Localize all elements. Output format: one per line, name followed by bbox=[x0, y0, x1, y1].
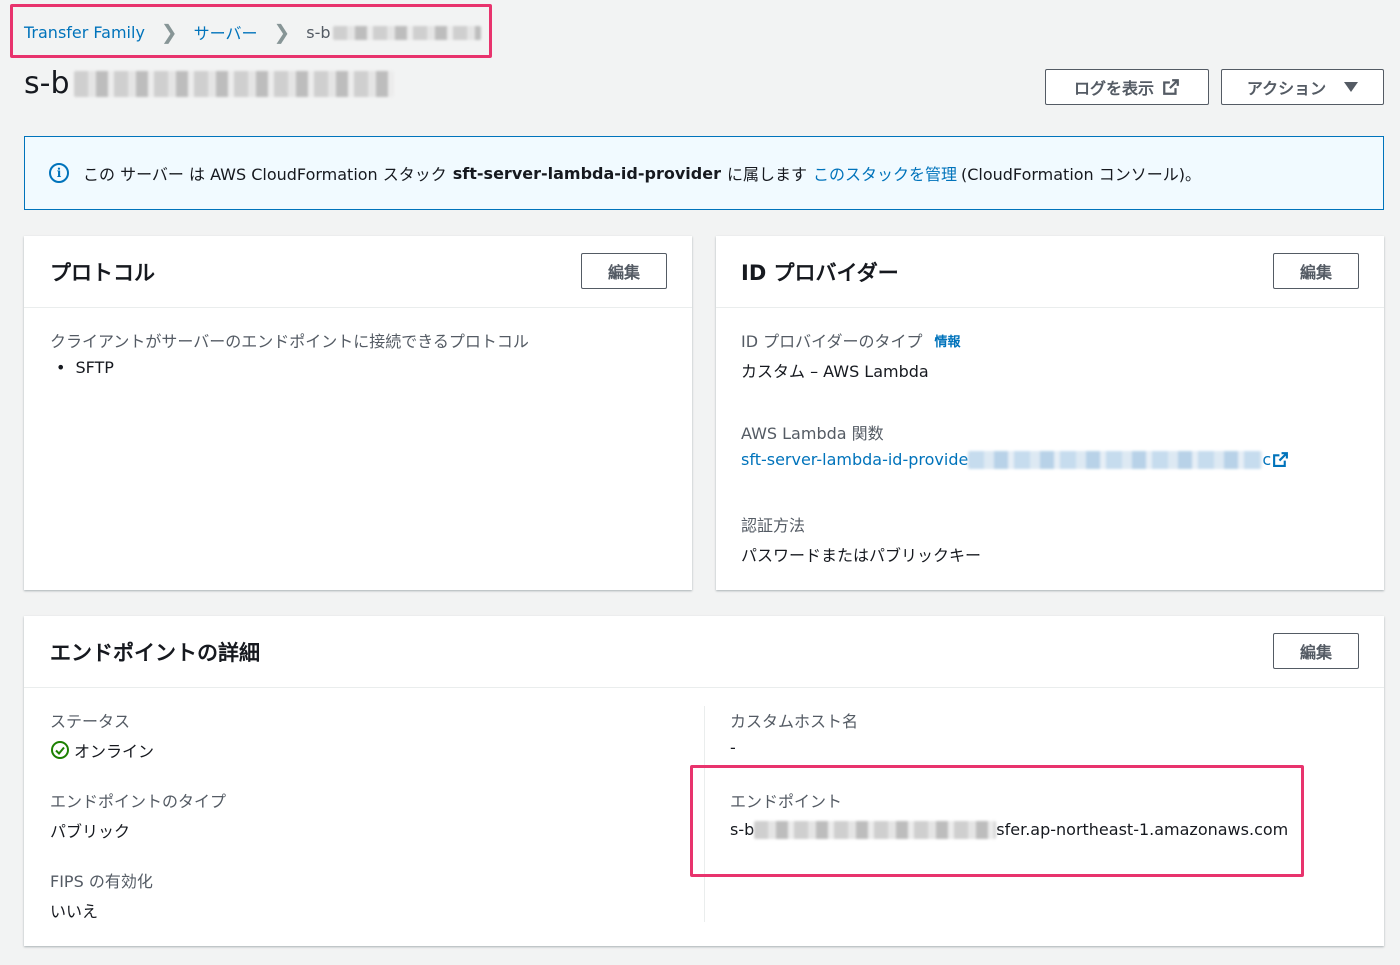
bullet: • bbox=[56, 358, 66, 377]
identity-provider-title: ID プロバイダー bbox=[741, 260, 899, 285]
caret-down-icon bbox=[1344, 82, 1359, 92]
protocols-card: プロトコル 編集 クライアントがサーバーのエンドポイントに接続できるプロトコル … bbox=[24, 236, 692, 590]
chevron-right-icon: ❯ bbox=[273, 20, 291, 44]
chevron-right-icon: ❯ bbox=[160, 20, 178, 44]
edit-label: 編集 bbox=[1299, 263, 1332, 282]
banner-text-1: この サーバー は AWS CloudFormation スタック bbox=[83, 165, 447, 184]
endpoint-details-title: エンドポイントの詳細 bbox=[50, 640, 260, 665]
info-link[interactable]: 情報 bbox=[935, 331, 961, 350]
breadcrumb-current-prefix: s-b bbox=[306, 22, 331, 42]
view-logs-button[interactable]: ログを表示 bbox=[1045, 69, 1209, 105]
endpoint-details-edit-button[interactable]: 編集 bbox=[1273, 633, 1359, 669]
endpoint-highlight bbox=[690, 765, 1304, 877]
protocol-sftp: SFTP bbox=[75, 358, 114, 377]
protocols-description: クライアントがサーバーのエンドポイントに接続できるプロトコル bbox=[50, 332, 529, 351]
status-label: ステータス bbox=[50, 712, 131, 731]
banner-stack-name: sft-server-lambda-id-provider bbox=[452, 163, 721, 183]
breadcrumb: Transfer Family ❯ サーバー ❯ s-b bbox=[24, 20, 481, 44]
edit-label: 編集 bbox=[607, 263, 640, 282]
external-link-icon bbox=[1273, 452, 1289, 467]
lambda-function-name-suffix: c bbox=[1262, 450, 1272, 469]
lambda-function-link[interactable]: sft-server-lambda-id-provide c bbox=[741, 450, 1289, 469]
breadcrumb-transfer-family[interactable]: Transfer Family bbox=[24, 23, 145, 42]
external-link-icon bbox=[1163, 79, 1179, 95]
endpoint-details-header: エンドポイントの詳細 bbox=[24, 616, 1384, 688]
page-title-prefix: s-b bbox=[24, 66, 70, 101]
fips-value: いいえ bbox=[50, 902, 99, 921]
banner-text-3: (CloudFormation コンソール)。 bbox=[960, 165, 1202, 184]
lambda-function-name-prefix: sft-server-lambda-id-provide bbox=[741, 450, 969, 469]
protocols-edit-button[interactable]: 編集 bbox=[581, 253, 667, 289]
page-title: s-b bbox=[24, 66, 394, 101]
redacted-server-id bbox=[332, 26, 481, 40]
manage-stack-link[interactable]: このスタックを管理 bbox=[813, 161, 957, 185]
breadcrumb-servers[interactable]: サーバー bbox=[194, 20, 258, 44]
status-success-icon bbox=[51, 741, 69, 759]
identity-provider-edit-button[interactable]: 編集 bbox=[1273, 253, 1359, 289]
info-banner: i この サーバー は AWS CloudFormation スタック sft-… bbox=[24, 136, 1384, 210]
custom-hostname-label: カスタムホスト名 bbox=[730, 712, 859, 731]
auth-method-label: 認証方法 bbox=[741, 516, 806, 535]
protocols-title: プロトコル bbox=[50, 260, 155, 285]
breadcrumb-current-server: s-b bbox=[306, 22, 481, 42]
edit-label: 編集 bbox=[1299, 643, 1332, 662]
endpoint-type-label: エンドポイントのタイプ bbox=[50, 792, 227, 811]
auth-method-value: パスワードまたはパブリックキー bbox=[741, 546, 982, 565]
fips-label: FIPS の有効化 bbox=[50, 872, 153, 891]
status-value: オンライン bbox=[50, 738, 154, 762]
view-logs-label: ログを表示 bbox=[1073, 79, 1154, 98]
redacted-server-id bbox=[73, 70, 394, 97]
idp-type-label: ID プロバイダーのタイプ 情報 bbox=[741, 328, 961, 352]
banner-text-2: に属します bbox=[726, 165, 807, 184]
actions-button[interactable]: アクション bbox=[1221, 69, 1384, 105]
protocol-list-item: • SFTP bbox=[56, 358, 114, 377]
actions-label: アクション bbox=[1246, 79, 1327, 98]
redacted-lambda-name bbox=[968, 450, 1263, 469]
identity-provider-card: ID プロバイダー 編集 ID プロバイダーのタイプ 情報 カスタム – AWS… bbox=[716, 236, 1384, 590]
endpoint-type-value: パブリック bbox=[50, 822, 131, 841]
idp-type-label-text: ID プロバイダーのタイプ bbox=[741, 332, 923, 351]
idp-type-value: カスタム – AWS Lambda bbox=[741, 362, 929, 381]
custom-hostname-value: - bbox=[730, 738, 736, 757]
lambda-function-label: AWS Lambda 関数 bbox=[741, 424, 884, 443]
status-text: オンライン bbox=[74, 742, 155, 761]
info-icon: i bbox=[49, 163, 69, 183]
